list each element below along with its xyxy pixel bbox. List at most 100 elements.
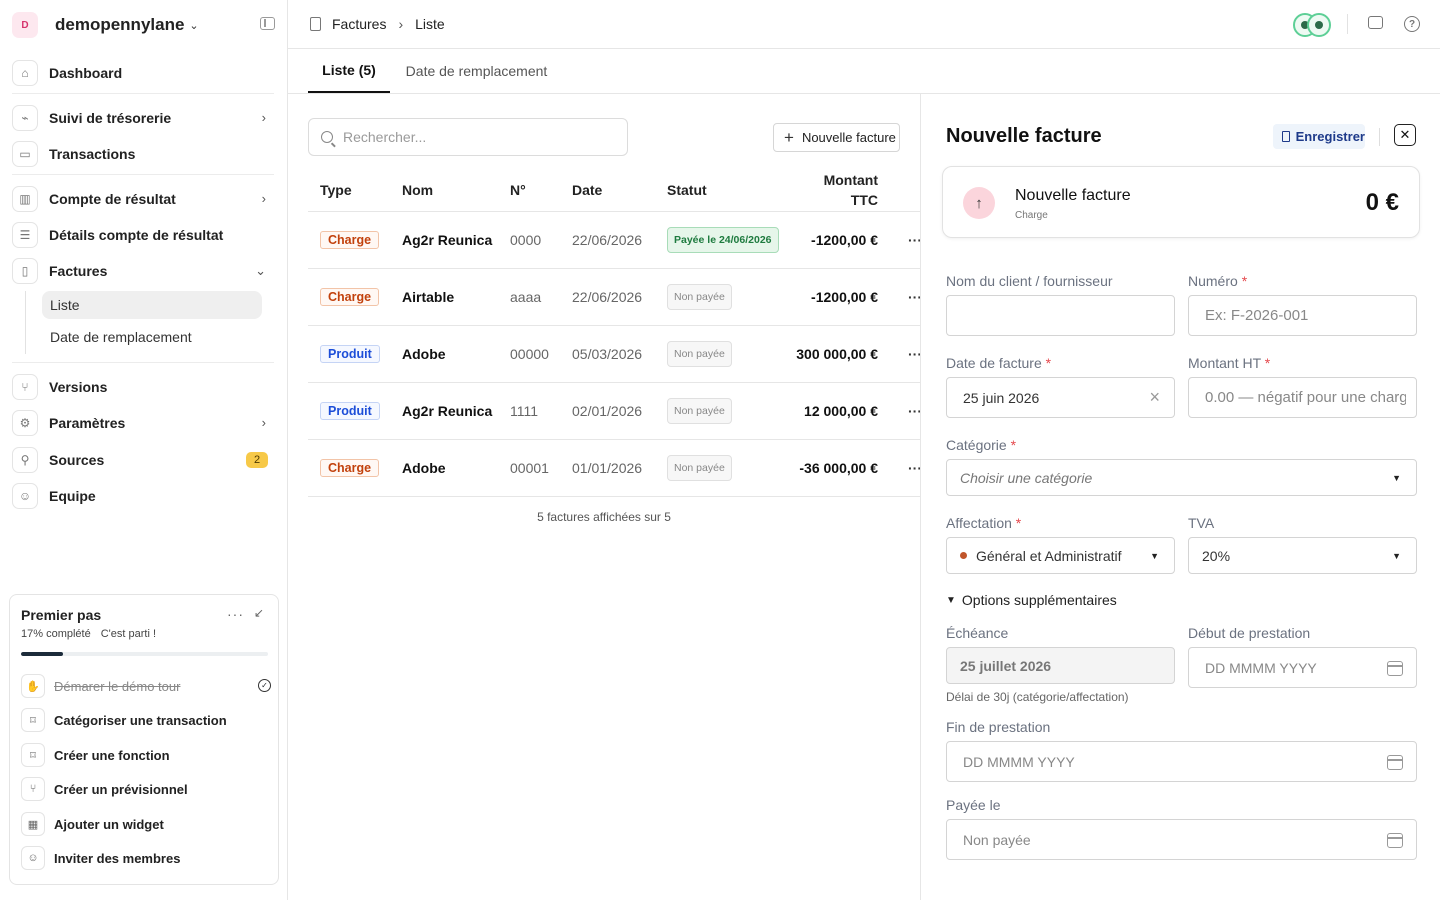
cell-type: Produit — [320, 383, 380, 439]
panel-title: Nouvelle facture — [946, 125, 1102, 147]
onboarding-item-fonction[interactable]: ⌑ Créer une fonction — [21, 742, 271, 768]
tva-select[interactable]: 20% ▼ — [1188, 537, 1417, 574]
categorie-select[interactable]: Choisir une catégorie ▼ — [946, 459, 1417, 496]
sidebar-item-compte-resultat[interactable]: ▥ Compte de résultat › — [12, 184, 274, 214]
numero-label: Numéro * — [1188, 273, 1247, 289]
numero-input[interactable] — [1205, 307, 1416, 324]
plug-icon: ⚲ — [12, 447, 38, 473]
payee-input[interactable] — [963, 831, 1416, 848]
affectation-select[interactable]: Général et Administratif ▼ — [946, 537, 1175, 574]
search-input[interactable] — [343, 129, 603, 145]
tab-liste[interactable]: Liste (5) — [308, 49, 390, 93]
more-icon[interactable]: ··· — [227, 606, 244, 622]
montant-input[interactable] — [1205, 389, 1406, 406]
column-header-type[interactable]: Type — [320, 182, 352, 198]
onboarding-progress-text: 17% complété C'est parti ! — [21, 628, 156, 640]
calendar-icon[interactable] — [1387, 661, 1403, 676]
chevron-right-icon: › — [261, 110, 266, 125]
fin-input[interactable] — [963, 753, 1416, 770]
onboarding-item-demo-tour[interactable]: ✋ Démarer le démo tour ✓ — [21, 673, 271, 699]
type-badge: Charge — [320, 459, 380, 477]
save-button[interactable]: Enregistrer — [1273, 124, 1365, 149]
column-header-statut[interactable]: Statut — [667, 182, 707, 198]
top-header: Factures › Liste ? — [288, 0, 1440, 49]
sidebar-item-transactions[interactable]: ▭ Transactions — [12, 139, 274, 169]
sidebar-item-equipe[interactable]: ☺ Equipe — [12, 481, 274, 511]
column-header-montant[interactable]: Montant — [788, 172, 878, 188]
fin-field-wrap — [946, 741, 1417, 782]
cell-date: 22/06/2026 — [572, 232, 643, 248]
sidebar-item-sources[interactable]: ⚲ Sources 2 — [12, 445, 274, 475]
cell-montant: -1200,00 € — [811, 232, 878, 248]
workspace-switcher[interactable]: D demopennylane ⌄ — [12, 10, 199, 40]
sidebar-item-details-compte[interactable]: ☰ Détails compte de résultat — [12, 220, 274, 250]
options-toggle[interactable]: ▼ Options supplémentaires — [946, 592, 1117, 608]
onboarding-item-previsionnel[interactable]: ⑂ Créer un prévisionnel — [21, 776, 271, 802]
close-icon[interactable]: ✕ — [1394, 124, 1416, 146]
column-header-num[interactable]: N° — [510, 182, 526, 198]
cell-date: 22/06/2026 — [572, 289, 643, 305]
clear-icon[interactable]: × — [1149, 387, 1160, 408]
table-row[interactable]: Charge Ag2r Reunica 0000 22/06/2026 Payée le… — [308, 212, 922, 269]
progress-bar — [21, 652, 268, 656]
cell-montant: 300 000,00 € — [796, 346, 878, 362]
cell-type: Charge — [320, 269, 380, 325]
sidebar-item-parametres[interactable]: ⚙ Paramètres › — [12, 408, 274, 438]
debut-input[interactable] — [1205, 659, 1416, 676]
chat-icon[interactable] — [1368, 16, 1383, 29]
sidebar-item-tresorerie[interactable]: ⌁ Suivi de trésorerie › — [12, 103, 274, 133]
collapse-icon[interactable]: ↙ — [254, 606, 264, 620]
cell-montant: -1200,00 € — [811, 289, 878, 305]
cell-type: Charge — [320, 440, 380, 496]
sidebar-item-factures[interactable]: ▯ Factures ⌄ — [12, 256, 274, 286]
montant-field-wrap — [1188, 377, 1417, 418]
required-marker: * — [1264, 355, 1271, 371]
payee-label: Payée le — [946, 797, 1001, 813]
type-badge: Charge — [320, 288, 380, 306]
table-row[interactable]: Charge Airtable aaaa 22/06/2026 Non payée -12… — [308, 269, 922, 326]
required-marker: * — [1010, 437, 1017, 453]
cell-num: 00000 — [510, 346, 549, 362]
status-badge: Non payée — [667, 455, 732, 481]
sidebar-toggle-icon[interactable] — [260, 17, 275, 30]
submenu-line — [25, 291, 26, 354]
date-field[interactable]: 25 juin 2026 × — [946, 377, 1175, 418]
cell-type: Charge — [320, 212, 380, 268]
categorie-placeholder: Choisir une catégorie — [960, 469, 1093, 486]
status-badge: Non payée — [667, 341, 732, 367]
assistant-logo-icon[interactable] — [1293, 13, 1333, 37]
table-row[interactable]: Produit Ag2r Reunica 1111 02/01/2026 Non pay… — [308, 383, 922, 440]
calendar-icon[interactable] — [1387, 755, 1403, 770]
column-header-date[interactable]: Date — [572, 182, 602, 198]
sidebar-item-label: Equipe — [49, 488, 96, 504]
onboarding-item-widget[interactable]: ▦ Ajouter un widget — [21, 811, 271, 837]
new-invoice-button[interactable]: + Nouvelle facture — [773, 123, 900, 152]
sidebar-subitem-liste[interactable]: Liste — [42, 291, 262, 319]
affectation-label-text: Affectation — [946, 515, 1012, 531]
sidebar-subitem-date-remplacement[interactable]: Date de remplacement — [42, 323, 262, 351]
chevron-right-icon: › — [261, 191, 266, 206]
column-header-montant-ttc: TTC — [850, 192, 878, 208]
table-row[interactable]: Produit Adobe 00000 05/03/2026 Non payée 300 … — [308, 326, 922, 383]
affectation-color-dot — [960, 552, 967, 559]
onboarding-item-membres[interactable]: ☺ Inviter des membres — [21, 845, 271, 871]
cell-statut: Non payée — [667, 440, 732, 496]
sidebar-item-dashboard[interactable]: ⌂ Dashboard — [12, 58, 274, 88]
caret-down-icon: ▼ — [946, 594, 956, 606]
cell-num: 0000 — [510, 232, 542, 248]
gear-icon: ⚙ — [12, 410, 38, 436]
categorie-label: Catégorie * — [946, 437, 1016, 453]
sidebar-item-versions[interactable]: ⑂ Versions — [12, 372, 274, 402]
handshake-icon: ✋ — [21, 674, 45, 698]
table-row[interactable]: Charge Adobe 00001 01/01/2026 Non payée -36 0… — [308, 440, 922, 497]
breadcrumb-section[interactable]: Factures — [332, 16, 386, 32]
help-icon[interactable]: ? — [1404, 16, 1420, 32]
column-header-nom[interactable]: Nom — [402, 182, 433, 198]
tab-date-remplacement[interactable]: Date de remplacement — [398, 49, 555, 93]
cell-statut: Non payée — [667, 269, 732, 325]
calendar-icon[interactable] — [1387, 833, 1403, 848]
client-input[interactable] — [963, 307, 1174, 324]
onboarding-item-categoriser[interactable]: ⌑ Catégoriser une transaction — [21, 707, 271, 733]
cell-nom: Adobe — [402, 346, 446, 362]
tag-icon: ⌑ — [21, 708, 45, 732]
